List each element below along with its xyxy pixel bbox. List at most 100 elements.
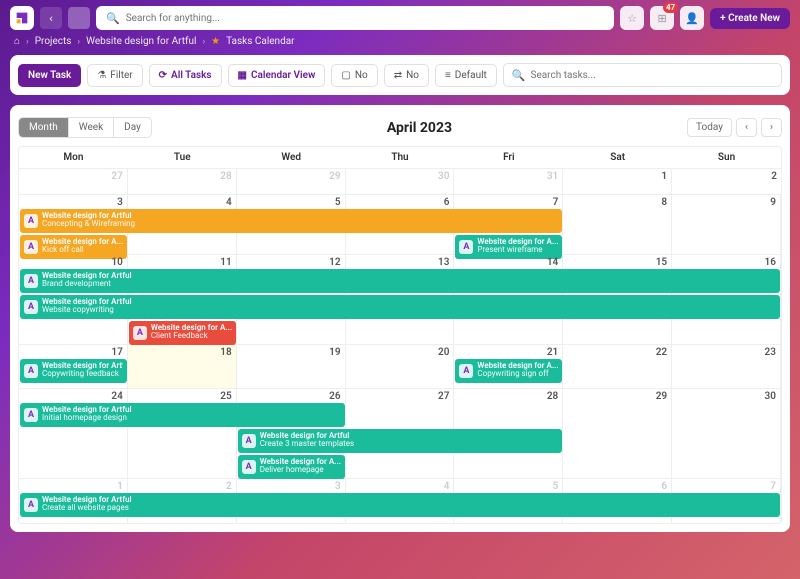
calendar-cell[interactable]: 30	[346, 169, 455, 194]
day-number: 3	[23, 197, 123, 208]
project-icon	[24, 274, 38, 288]
today-button[interactable]: Today	[687, 118, 732, 137]
prev-month-button[interactable]: ‹	[736, 118, 757, 137]
calendar-cell[interactable]: 27	[19, 169, 128, 194]
project-icon	[459, 364, 473, 378]
calendar-cell[interactable]: 31	[454, 169, 563, 194]
calendar-event[interactable]: Website design for ArtfulCreate 3 master…	[238, 429, 563, 453]
notification-badge: 47	[663, 2, 678, 13]
project-icon	[24, 240, 38, 254]
calendar-event[interactable]: Website design for A...Copywriting sign …	[455, 359, 562, 383]
calendar-cell[interactable]: 18	[128, 345, 237, 388]
calendar-cell[interactable]: 1	[563, 169, 672, 194]
day-number: 23	[676, 347, 776, 358]
day-header: Wed	[237, 147, 346, 168]
day-number: 15	[567, 257, 667, 268]
topbar: ‹ 🔍 ☆ ⊞47 👤 + Create New	[0, 0, 800, 36]
day-number: 2	[676, 171, 777, 182]
calendar-grid: MonTueWedThuFriSatSun 272829303112345678…	[18, 146, 782, 524]
project-icon	[242, 434, 256, 448]
calendar-cell[interactable]: 29	[237, 169, 346, 194]
calendar-event[interactable]: Website design for ArtfulInitial homepag…	[20, 403, 345, 427]
calendar-week: 24252627282930Website design for ArtfulI…	[19, 389, 781, 479]
day-number: 7	[676, 481, 776, 492]
day-number: 27	[23, 171, 123, 182]
list-icon: ≡	[445, 70, 451, 81]
calendar-cell[interactable]: 20	[346, 345, 455, 388]
project-icon	[133, 326, 147, 340]
nav-back-button[interactable]: ‹	[40, 7, 62, 29]
event-task: Create 3 master templates	[260, 439, 354, 448]
day-number: 2	[132, 481, 232, 492]
day-number: 8	[567, 197, 667, 208]
breadcrumb: ⌂ › Projects › Website design for Artful…	[0, 36, 800, 55]
calendar-cell[interactable]: 8	[563, 195, 672, 254]
breadcrumb-project-name[interactable]: Website design for Artful	[86, 36, 196, 47]
calendar-event[interactable]: Website design for A...Deliver homepage	[238, 455, 345, 479]
option-no-2[interactable]: ⇄No	[384, 64, 429, 87]
day-number: 28	[458, 391, 558, 402]
new-task-button[interactable]: New Task	[18, 64, 81, 87]
calendar-icon: ▦	[238, 70, 247, 81]
tab-day[interactable]: Day	[114, 118, 151, 137]
event-task: Brand development	[42, 279, 111, 288]
refresh-icon: ⟳	[159, 70, 167, 81]
option-no-1[interactable]: ▢No	[331, 64, 377, 87]
day-number: 31	[458, 171, 558, 182]
calendar-cell[interactable]: 30	[672, 389, 781, 478]
task-search-input[interactable]	[531, 70, 774, 81]
day-header: Tue	[128, 147, 237, 168]
day-number: 14	[458, 257, 558, 268]
day-number: 27	[350, 391, 450, 402]
calendar-week: 1234567Website design for ArtfulCreate a…	[19, 479, 781, 523]
day-number: 29	[241, 171, 341, 182]
all-tasks-button[interactable]: ⟳All Tasks	[149, 64, 222, 87]
user-avatar[interactable]: 👤	[680, 6, 704, 30]
app-logo[interactable]	[10, 6, 34, 30]
next-month-button[interactable]: ›	[761, 118, 782, 137]
day-header: Sat	[563, 147, 672, 168]
create-new-button[interactable]: + Create New	[710, 8, 790, 29]
calendar-view-button[interactable]: ▦Calendar View	[228, 64, 326, 87]
notifications-button[interactable]: ⊞47	[650, 6, 674, 30]
calendar-cell[interactable]: 22	[563, 345, 672, 388]
calendar-cell[interactable]: 9	[672, 195, 781, 254]
swap-icon: ⇄	[394, 70, 402, 81]
calendar-cell[interactable]: 2	[672, 169, 781, 194]
day-number: 5	[241, 197, 341, 208]
calendar-event[interactable]: Website design for ArtfulCopywriting fee…	[20, 359, 127, 383]
calendar-event[interactable]: Website design for ArtfulBrand developme…	[20, 269, 780, 293]
calendar-cell[interactable]: 19	[237, 345, 346, 388]
global-search-input[interactable]	[126, 13, 604, 24]
day-number: 4	[350, 481, 450, 492]
global-search[interactable]: 🔍	[96, 6, 614, 30]
day-header: Fri	[454, 147, 563, 168]
day-number: 16	[676, 257, 776, 268]
tab-week[interactable]: Week	[69, 118, 114, 137]
day-number: 18	[132, 347, 232, 358]
day-number: 20	[350, 347, 450, 358]
calendar-cell[interactable]: 29	[563, 389, 672, 478]
calendar-event[interactable]: Website design for ArtfulWebsite copywri…	[20, 295, 780, 319]
default-button[interactable]: ≡Default	[435, 64, 497, 87]
calendar-week: 3456789Website design for ArtfulConcepti…	[19, 195, 781, 255]
day-number: 29	[567, 391, 667, 402]
calendar-event[interactable]: Website design for A...Client Feedback	[129, 321, 236, 345]
star-button[interactable]: ☆	[620, 6, 644, 30]
event-task: Deliver homepage	[260, 465, 324, 474]
calendar-cell[interactable]: 23	[672, 345, 781, 388]
event-task: Kick off call	[42, 245, 84, 254]
calendar-event[interactable]: Website design for ArtfulConcepting & Wi…	[20, 209, 562, 233]
home-icon[interactable]: ⌂	[14, 36, 20, 47]
calendar-cell[interactable]: 28	[128, 169, 237, 194]
calendar-title: April 2023	[387, 120, 452, 136]
calendar-event[interactable]: Website design for ArtfulCreate all webs…	[20, 493, 780, 517]
project-icon	[24, 408, 38, 422]
chevron-right-icon: ›	[202, 37, 205, 47]
filter-button[interactable]: ⚗Filter	[87, 64, 142, 87]
breadcrumb-projects[interactable]: Projects	[35, 36, 72, 47]
chevron-right-icon: ›	[77, 37, 80, 47]
day-number: 12	[241, 257, 341, 268]
task-search[interactable]: 🔍	[503, 63, 782, 87]
tab-month[interactable]: Month	[19, 118, 69, 137]
